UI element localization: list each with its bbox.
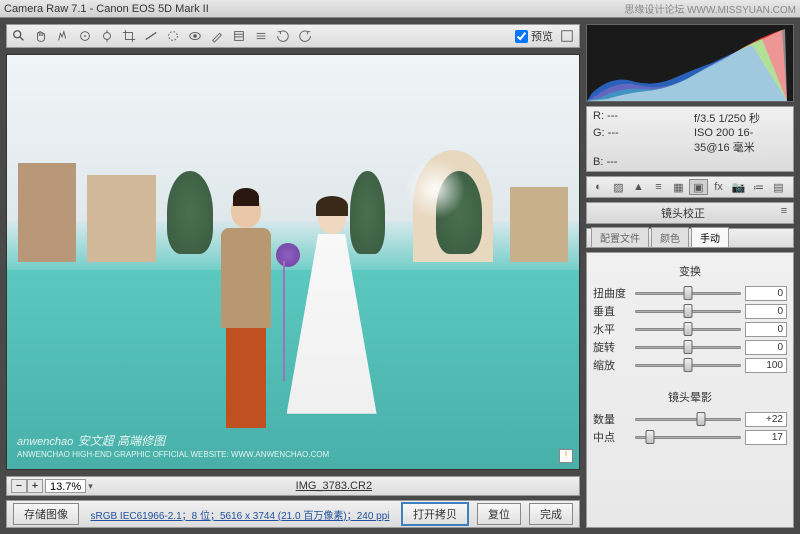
slider-value-input[interactable] [745,286,787,301]
slider-value-input[interactable] [745,340,787,355]
target-adjust-icon[interactable] [99,28,115,44]
slider-value-input[interactable] [745,358,787,373]
window-title: Camera Raw 7.1 - Canon EOS 5D Mark II [4,3,209,15]
slider-value-input[interactable] [745,430,787,445]
warning-badge-icon: ! [559,449,573,463]
slider-track[interactable] [635,322,741,336]
slider-value-input[interactable] [745,304,787,319]
slider-label: 数量 [593,411,631,427]
preferences-icon[interactable] [253,28,269,44]
sub-tab-color[interactable]: 颜色 [651,227,689,247]
slider-label: 缩放 [593,357,631,373]
info-panel: R: --- f/3.5 1/250 秒 G: --- ISO 200 16-3… [586,106,794,172]
tab-lens-icon[interactable]: ▣ [689,179,708,195]
slider-track[interactable] [635,412,741,426]
zoom-in-button[interactable]: + [27,479,43,493]
redeye-tool-icon[interactable] [187,28,203,44]
tab-split-icon[interactable]: ▦ [669,179,688,195]
done-button[interactable]: 完成 [529,503,573,525]
metadata-link[interactable]: sRGB IEC61966-2.1；8 位；5616 x 3744 (21.0 … [87,507,393,522]
histogram[interactable] [586,24,794,102]
watermark-site: 思缘设计论坛 WWW.MISSYUAN.COM [624,1,796,16]
tab-detail-icon[interactable]: ▲ [629,179,648,195]
image-preview[interactable]: anwenchao 安文超 高端修图 ANWENCHAO HIGH-END GR… [6,54,580,470]
sliders-panel: 变换扭曲度垂直水平旋转缩放镜头晕影数量中点 [586,252,794,528]
tab-fx-icon[interactable]: fx [709,179,728,195]
hand-tool-icon[interactable] [33,28,49,44]
slider-track[interactable] [635,340,741,354]
tab-presets-icon[interactable]: ≔ [749,179,768,195]
slider-value-input[interactable] [745,322,787,337]
sub-tab-profile[interactable]: 配置文件 [591,227,649,247]
info-r: R: --- [593,110,686,126]
slider-row: 扭曲度 [593,285,787,301]
left-panel: 预览 anwenchao 安文超 高端修图 [0,18,586,534]
rotate-ccw-icon[interactable] [275,28,291,44]
slider-label: 中点 [593,429,631,445]
save-image-button[interactable]: 存储图像 [13,503,79,525]
slider-row: 数量 [593,411,787,427]
reset-button[interactable]: 复位 [477,503,521,525]
slider-track[interactable] [635,304,741,318]
toolbar: 预览 [6,24,580,48]
slider-label: 水平 [593,321,631,337]
info-b: B: --- [593,156,686,168]
white-balance-icon[interactable] [55,28,71,44]
slider-track[interactable] [635,286,741,300]
tab-camera-icon[interactable]: 📷 [729,179,748,195]
straighten-tool-icon[interactable] [143,28,159,44]
slider-row: 中点 [593,429,787,445]
zoom-out-button[interactable]: − [11,479,27,493]
filename-link[interactable]: IMG_3783.CR2 [93,480,575,492]
preview-checkbox[interactable]: 预览 [515,28,553,44]
sub-tabs: 配置文件 颜色 手动 [586,228,794,248]
tab-hsl-icon[interactable]: ≡ [649,179,668,195]
slider-row: 旋转 [593,339,787,355]
titlebar: Camera Raw 7.1 - Canon EOS 5D Mark II 思缘… [0,0,800,18]
preview-checkbox-input[interactable] [515,30,528,43]
spot-removal-icon[interactable] [165,28,181,44]
crop-tool-icon[interactable] [121,28,137,44]
slider-label: 旋转 [593,339,631,355]
preview-label: 预览 [531,28,553,44]
open-copy-button[interactable]: 打开拷贝 [401,502,469,526]
zoom-value[interactable]: 13.7% [45,479,86,493]
adjustment-tabs: ◐ ▨ ▲ ≡ ▦ ▣ fx 📷 ≔ ▤ [586,176,794,198]
right-panel: R: --- f/3.5 1/250 秒 G: --- ISO 200 16-3… [586,18,800,534]
tab-curve-icon[interactable]: ▨ [609,179,628,195]
info-aperture: f/3.5 1/250 秒 [694,110,787,126]
slider-value-input[interactable] [745,412,787,427]
slider-row: 水平 [593,321,787,337]
sub-tab-manual[interactable]: 手动 [691,227,729,247]
slider-label: 扭曲度 [593,285,631,301]
slider-track[interactable] [635,358,741,372]
photo-watermark: anwenchao 安文超 高端修图 ANWENCHAO HIGH-END GR… [17,429,329,459]
adjustment-brush-icon[interactable] [209,28,225,44]
tab-snapshots-icon[interactable]: ▤ [769,179,788,195]
panel-menu-icon[interactable]: ≡ [777,205,791,217]
graduated-filter-icon[interactable] [231,28,247,44]
info-g: G: --- [593,127,686,155]
group-label: 镜头晕影 [593,389,787,405]
tab-basic-icon[interactable]: ◐ [589,179,608,195]
slider-row: 垂直 [593,303,787,319]
slider-label: 垂直 [593,303,631,319]
slider-track[interactable] [635,430,741,444]
zoom-tool-icon[interactable] [11,28,27,44]
section-title: 镜头校正 ≡ [586,202,794,224]
fullscreen-icon[interactable] [559,28,575,44]
group-label: 变换 [593,263,787,279]
photo-canvas: anwenchao 安文超 高端修图 ANWENCHAO HIGH-END GR… [7,55,579,469]
info-iso: ISO 200 16-35@16 毫米 [694,127,787,155]
slider-row: 缩放 [593,357,787,373]
zoom-bar: − + 13.7% ▾ IMG_3783.CR2 [6,476,580,496]
color-sampler-icon[interactable] [77,28,93,44]
rotate-cw-icon[interactable] [297,28,313,44]
footer-bar: 存储图像 sRGB IEC61966-2.1；8 位；5616 x 3744 (… [6,500,580,528]
main-layout: 预览 anwenchao 安文超 高端修图 [0,18,800,534]
